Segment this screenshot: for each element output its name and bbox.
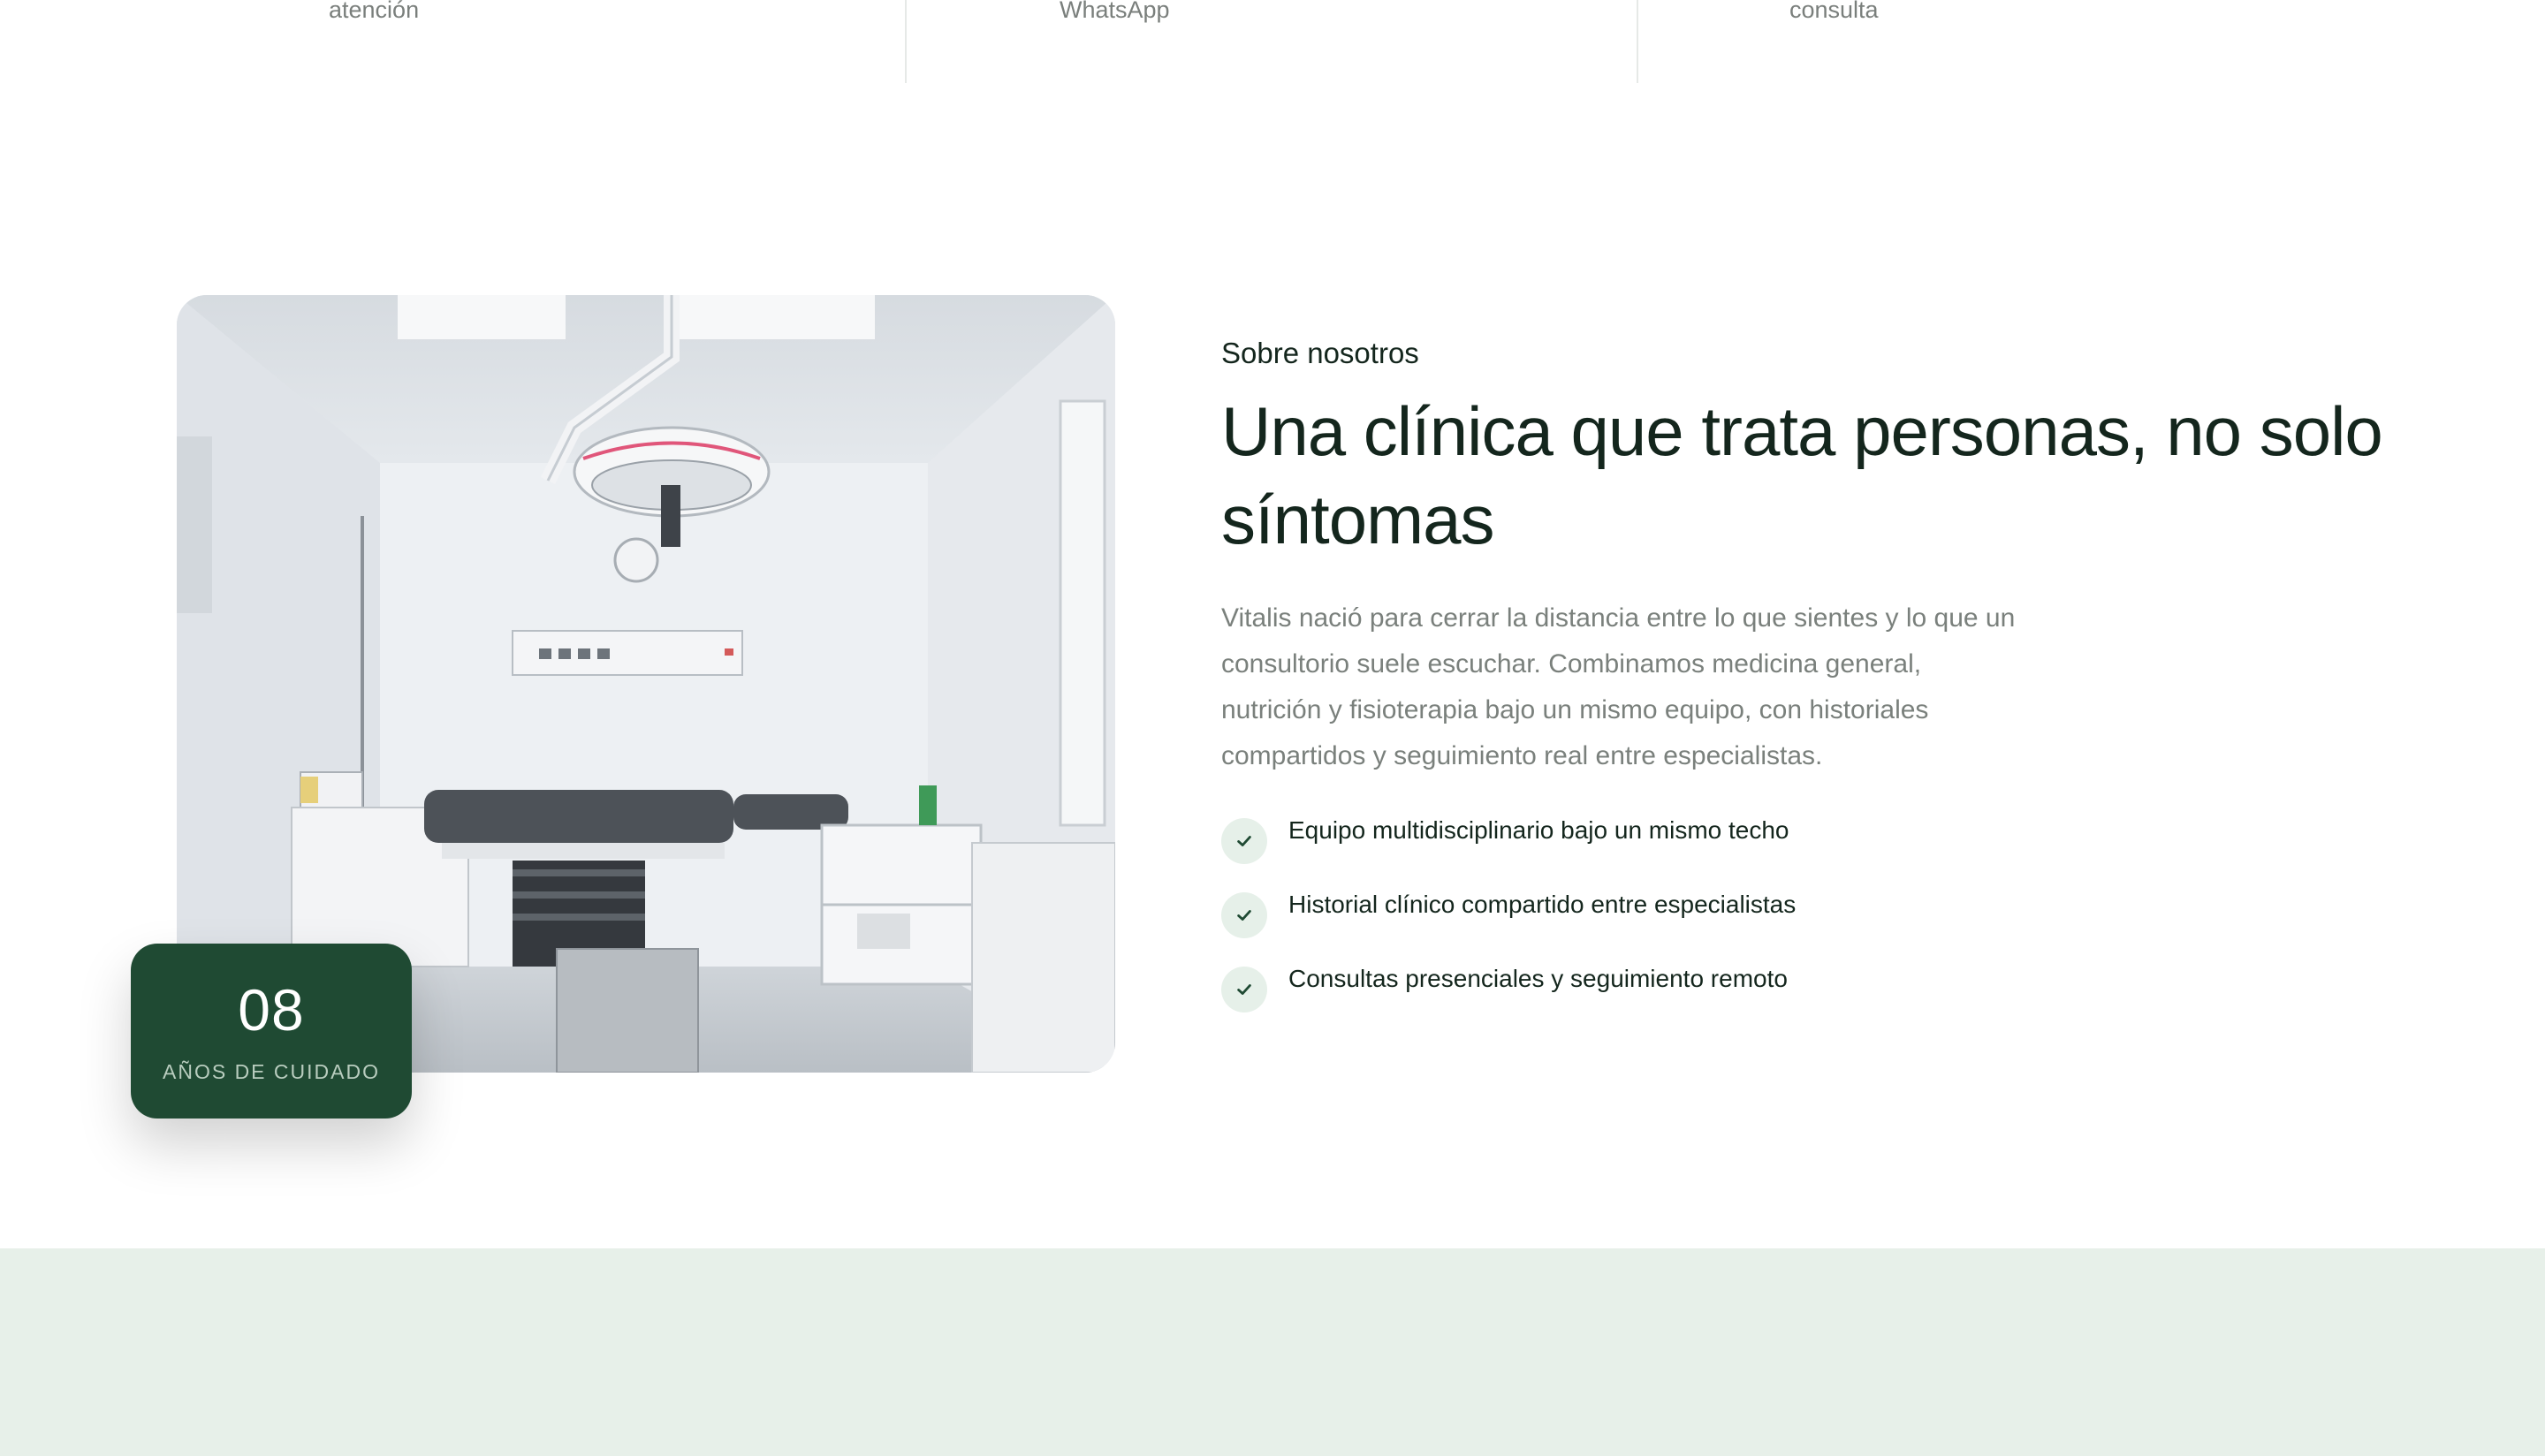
section-title: Una clínica que trata personas, no solo … — [1221, 391, 2383, 558]
years-badge: 08 AÑOS DE CUIDADO — [131, 944, 412, 1119]
stat-label: WhatsApp — [1060, 0, 1170, 23]
feature-item: Historial clínico compartido entre espec… — [1221, 890, 2458, 967]
stat-item-consultation: consulta — [1638, 0, 2368, 83]
check-icon — [1221, 891, 1267, 938]
stat-label: atención — [329, 0, 420, 23]
years-label: AÑOS DE CUIDADO — [163, 1060, 380, 1083]
feature-text: Consultas presenciales y seguimiento rem… — [1288, 964, 1788, 992]
years-value: 08 — [238, 977, 305, 1043]
about-content: Sobre nosotros Una clínica que trata per… — [1221, 336, 2458, 1041]
stat-item-whatsapp: WhatsApp — [907, 0, 1637, 83]
check-icon — [1221, 966, 1267, 1012]
stats-strip: atención WhatsApp consulta — [0, 0, 2545, 85]
feature-list: Equipo multidisciplinario bajo un mismo … — [1221, 815, 2458, 1041]
stat-item-attention: atención — [0, 0, 905, 83]
check-icon — [1221, 817, 1267, 864]
feature-item: Equipo multidisciplinario bajo un mismo … — [1221, 815, 2458, 892]
feature-text: Historial clínico compartido entre espec… — [1288, 890, 1797, 918]
feature-item: Consultas presenciales y seguimiento rem… — [1221, 965, 2458, 1041]
section-eyebrow: Sobre nosotros — [1221, 337, 1419, 369]
next-section-background — [0, 1248, 2545, 1456]
section-description: Vitalis nació para cerrar la distancia e… — [1221, 603, 2016, 770]
stat-label: consulta — [1789, 0, 1879, 23]
feature-text: Equipo multidisciplinario bajo un mismo … — [1288, 815, 1789, 844]
